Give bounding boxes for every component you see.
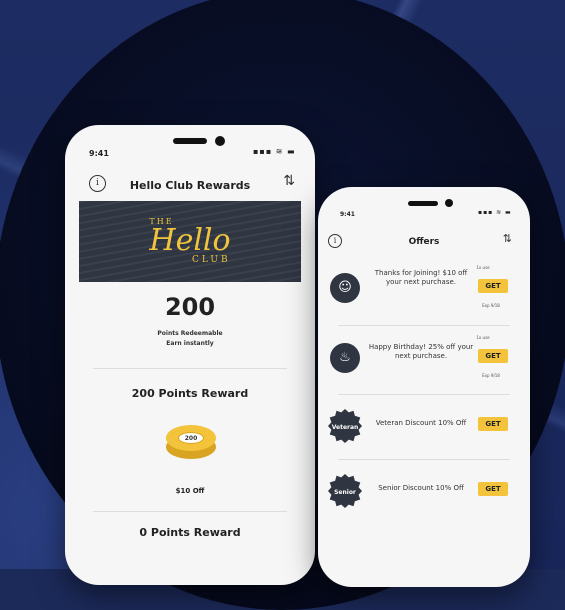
get-button[interactable]: GET <box>478 349 508 363</box>
coin-icon: 200 <box>166 425 216 461</box>
veteran-badge-icon: Veteran <box>328 409 362 443</box>
info-icon[interactable]: i <box>89 175 106 192</box>
rewards-phone: 9:41 ▪▪▪ ≋ ▬ i Hello Club Rewards ⇅ THE … <box>65 125 315 585</box>
signal-wifi-battery-icon: ▪▪▪ ≋ ▬ <box>478 209 512 216</box>
points-label: Points Redeemable <box>157 330 223 337</box>
page-title: Hello Club Rewards <box>129 178 251 192</box>
offers-phone: 9:41 ▪▪▪ ≋ ▬ i Offers ⇅ ☺ Thanks for Joi… <box>318 187 530 587</box>
points-value: 200 <box>164 293 216 321</box>
expiry-label: Exp 9/18 <box>482 303 500 308</box>
get-button[interactable]: GET <box>478 482 508 496</box>
divider <box>338 459 510 460</box>
camera-icon <box>215 136 225 146</box>
offer-text: Thanks for Joining! $10 off your next pu… <box>374 269 468 286</box>
points-summary: 200 Points Redeemable Earn instantly <box>65 293 315 349</box>
offer-item[interactable]: ☺ Thanks for Joining! $10 off your next … <box>318 259 530 319</box>
senior-badge-icon: Senior <box>328 474 362 508</box>
offer-item[interactable]: Senior Senior Discount 10% Off GET <box>318 462 530 522</box>
offers-nav-bar: i Offers ⇅ <box>318 229 530 255</box>
rewards-nav-bar: i Hello Club Rewards ⇅ <box>65 171 315 199</box>
get-button[interactable]: GET <box>478 279 508 293</box>
camera-icon <box>445 199 453 207</box>
swap-icon[interactable]: ⇅ <box>283 173 295 189</box>
get-button[interactable]: GET <box>478 417 508 431</box>
status-time: 9:41 <box>340 211 355 218</box>
status-bar: 9:41 ▪▪▪ ≋ ▬ <box>65 125 315 171</box>
offer-text: Senior Discount 10% Off <box>378 484 464 492</box>
info-icon[interactable]: i <box>328 234 342 248</box>
offer-text: Happy Birthday! 25% off your next purcha… <box>368 343 474 360</box>
offer-text: Veteran Discount 10% Off <box>375 419 467 427</box>
speaker-notch <box>408 201 438 206</box>
uses-label: 1x use <box>476 265 490 270</box>
status-time: 9:41 <box>89 149 109 158</box>
divider <box>338 394 510 395</box>
swap-icon[interactable]: ⇅ <box>503 232 512 245</box>
birthday-cake-icon: ♨ <box>330 343 360 373</box>
status-bar: 9:41 ▪▪▪ ≋ ▬ <box>318 187 530 233</box>
earn-label: Earn instantly <box>166 340 214 347</box>
page-title: Offers <box>408 237 440 247</box>
reward-title-2: 0 Points Reward <box>139 526 241 539</box>
hello-club-logo: THE Hello CLUB <box>149 217 231 265</box>
divider <box>93 511 287 512</box>
expiry-label: Exp 9/18 <box>482 373 500 378</box>
divider <box>93 368 287 369</box>
waving-person-icon: ☺ <box>330 273 360 303</box>
offer-item[interactable]: ♨ Happy Birthday! 25% off your next purc… <box>318 329 530 389</box>
reward-title: 200 Points Reward <box>131 387 249 400</box>
reward-value: $10 Off <box>175 487 205 495</box>
signal-wifi-battery-icon: ▪▪▪ ≋ ▬ <box>253 147 296 156</box>
hello-club-banner: THE Hello CLUB <box>79 201 301 282</box>
offer-item[interactable]: Veteran Veteran Discount 10% Off GET <box>318 397 530 457</box>
speaker-notch <box>173 138 207 144</box>
divider <box>338 325 510 326</box>
uses-label: 1x use <box>476 335 490 340</box>
